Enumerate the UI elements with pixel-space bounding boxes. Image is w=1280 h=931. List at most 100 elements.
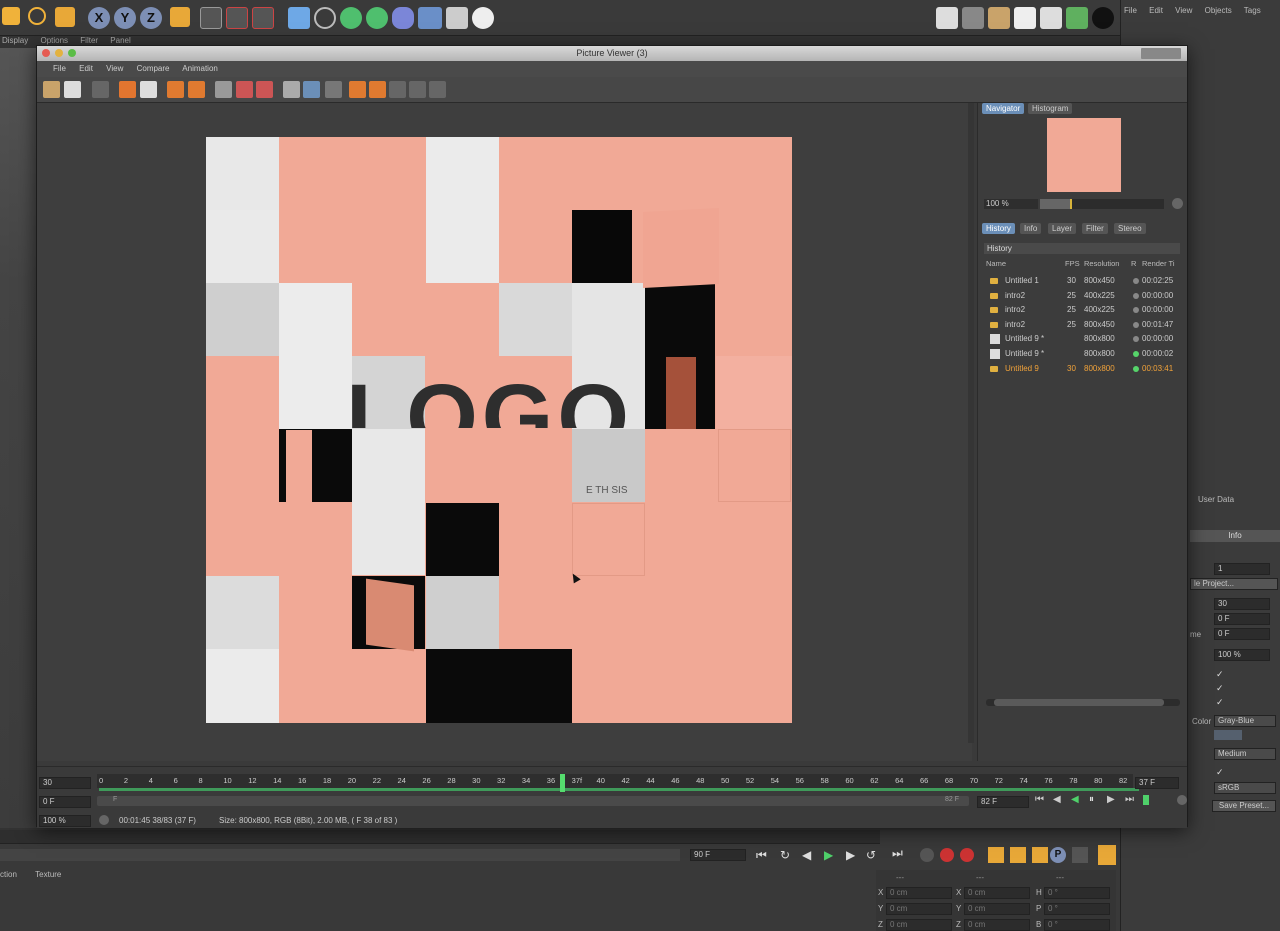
loop2-icon[interactable]: ↺ — [866, 848, 876, 862]
quality-dropdown[interactable]: Medium — [1214, 748, 1276, 760]
pv-zoom-field[interactable]: 100 % — [39, 815, 91, 827]
tab-histogram[interactable]: Histogram — [1028, 103, 1073, 114]
min-time-field[interactable]: 0 F — [1214, 613, 1270, 625]
coord-field[interactable]: 0 cm — [886, 903, 952, 915]
light-icon[interactable] — [472, 7, 494, 29]
window-layout-icons[interactable] — [1141, 48, 1181, 59]
ab-swap-icon[interactable] — [188, 81, 205, 98]
pv-zoom-icon[interactable] — [99, 815, 109, 825]
floor-icon[interactable] — [418, 7, 442, 29]
single-view-icon[interactable] — [283, 81, 300, 98]
om-menu-view[interactable]: View — [1175, 6, 1192, 15]
nurbs-icon[interactable] — [340, 7, 362, 29]
render-settings-icon[interactable] — [252, 7, 274, 29]
tab-stereo[interactable]: Stereo — [1114, 223, 1146, 234]
om-menu-edit[interactable]: Edit — [1149, 6, 1163, 15]
check-4-icon[interactable]: ✓ — [1216, 767, 1224, 778]
coord-field[interactable]: 0 ° — [1044, 919, 1110, 931]
spline-icon[interactable] — [314, 7, 336, 29]
go-end-icon[interactable]: ⏭ — [892, 846, 912, 864]
project-button[interactable]: le Project... — [1190, 578, 1278, 590]
key-scale-icon[interactable] — [1010, 847, 1026, 863]
stop-render-icon[interactable] — [256, 81, 273, 98]
brush-icon[interactable] — [1014, 7, 1036, 29]
deformer-icon[interactable] — [392, 7, 414, 29]
coord-field[interactable]: 0 ° — [1044, 903, 1110, 915]
info-tab[interactable]: Info — [1190, 530, 1280, 542]
minimize-window-icon[interactable] — [55, 49, 63, 57]
col-fps[interactable]: FPS — [1065, 259, 1080, 268]
zoom-field[interactable]: 100 % — [1214, 649, 1270, 661]
psd-icon[interactable] — [962, 7, 984, 29]
om-menu-file[interactable]: File — [1124, 6, 1137, 15]
menu-panel[interactable]: Panel — [110, 36, 130, 45]
record-disabled-icon[interactable] — [920, 848, 934, 862]
coordinate-icon[interactable] — [170, 7, 190, 27]
history-row[interactable]: intro2 25 400x225 00:00:00 — [988, 289, 1180, 303]
zoom-icon[interactable] — [140, 81, 157, 98]
pv-timeline-options-icon[interactable] — [1177, 795, 1187, 805]
field-1[interactable]: 1 — [1214, 563, 1270, 575]
channel-a-icon[interactable] — [349, 81, 366, 98]
timeline-scrub[interactable]: F 82 F — [97, 796, 969, 806]
fps-field[interactable]: 30 — [1214, 598, 1270, 610]
profile-dropdown[interactable]: sRGB — [1214, 782, 1276, 794]
camera-icon[interactable] — [446, 7, 468, 29]
loop-icon[interactable]: ↻ — [780, 848, 790, 862]
history-row[interactable]: Untitled 1 30 800x450 00:02:25 — [988, 274, 1180, 288]
navigator-zoom-slider[interactable] — [1040, 199, 1164, 209]
texture-icon[interactable] — [988, 7, 1010, 29]
history-row[interactable]: Untitled 9 * 800x800 00:00:02 — [988, 347, 1180, 361]
pv-menu-animation[interactable]: Animation — [182, 64, 218, 73]
disabled-3-icon[interactable] — [429, 81, 446, 98]
color-dropdown[interactable]: Gray-Blue — [1214, 715, 1276, 727]
timeline-window-icon[interactable] — [1098, 845, 1116, 865]
record-icon[interactable] — [940, 848, 954, 862]
next-frame-icon[interactable]: ▶ — [846, 848, 855, 862]
tab-layer[interactable]: Layer — [1048, 223, 1077, 234]
history-scrollbar[interactable] — [986, 699, 1180, 706]
open-icon[interactable] — [43, 81, 60, 98]
playhead[interactable] — [560, 774, 565, 792]
navigator-zoom[interactable]: 100 % — [984, 199, 1038, 209]
max-time-field[interactable]: 0 F — [1214, 628, 1270, 640]
history-row[interactable]: Untitled 9 30 800x800 00:03:41 — [988, 362, 1180, 376]
background-scrub[interactable] — [0, 849, 680, 861]
grid-icon[interactable] — [92, 81, 109, 98]
y-axis-icon[interactable]: Y — [114, 7, 136, 29]
om-menu-objects[interactable]: Objects — [1205, 6, 1232, 15]
disabled-1-icon[interactable] — [389, 81, 406, 98]
autokey-icon[interactable] — [960, 848, 974, 862]
pv-play-icon[interactable]: ▶ — [1107, 794, 1115, 805]
coord-field[interactable]: 0 cm — [964, 887, 1030, 899]
check-3-icon[interactable]: ✓ — [1216, 697, 1224, 708]
coord-field[interactable]: 0 cm — [886, 887, 952, 899]
pv-menu-edit[interactable]: Edit — [79, 64, 93, 73]
tab-info[interactable]: Info — [1020, 223, 1042, 234]
user-data-tab[interactable]: User Data — [1190, 495, 1280, 509]
check-2-icon[interactable]: ✓ — [1216, 683, 1224, 694]
coord-field[interactable]: 0 ° — [1044, 887, 1110, 899]
layout-icon[interactable] — [936, 7, 958, 29]
bg-frame-field[interactable]: 90 F — [690, 849, 746, 861]
rotate-icon[interactable] — [28, 7, 46, 25]
zoom-window-icon[interactable] — [68, 49, 76, 57]
render-icon[interactable] — [236, 81, 253, 98]
menu-filter[interactable]: Filter — [80, 36, 98, 45]
menu-options[interactable]: Options — [40, 36, 68, 45]
navigator-reset-icon[interactable] — [1172, 198, 1183, 209]
disabled-2-icon[interactable] — [409, 81, 426, 98]
menu-display[interactable]: Display — [2, 36, 28, 45]
col-name[interactable]: Name — [986, 259, 1006, 268]
key-position-icon[interactable] — [988, 847, 1004, 863]
pv-menu-file[interactable]: File — [53, 64, 66, 73]
go-start-icon[interactable]: ⏮ — [756, 848, 767, 863]
paint-icon[interactable] — [1066, 7, 1088, 29]
coord-field[interactable]: 0 cm — [964, 903, 1030, 915]
col-resolution[interactable]: Resolution — [1084, 259, 1119, 268]
history-row[interactable]: Untitled 9 * 800x800 00:00:00 — [988, 332, 1180, 346]
z-axis-icon[interactable]: Z — [140, 7, 162, 29]
sidebar-scrollbar[interactable] — [968, 103, 974, 743]
render-region-icon[interactable] — [215, 81, 232, 98]
cube-icon[interactable] — [288, 7, 310, 29]
